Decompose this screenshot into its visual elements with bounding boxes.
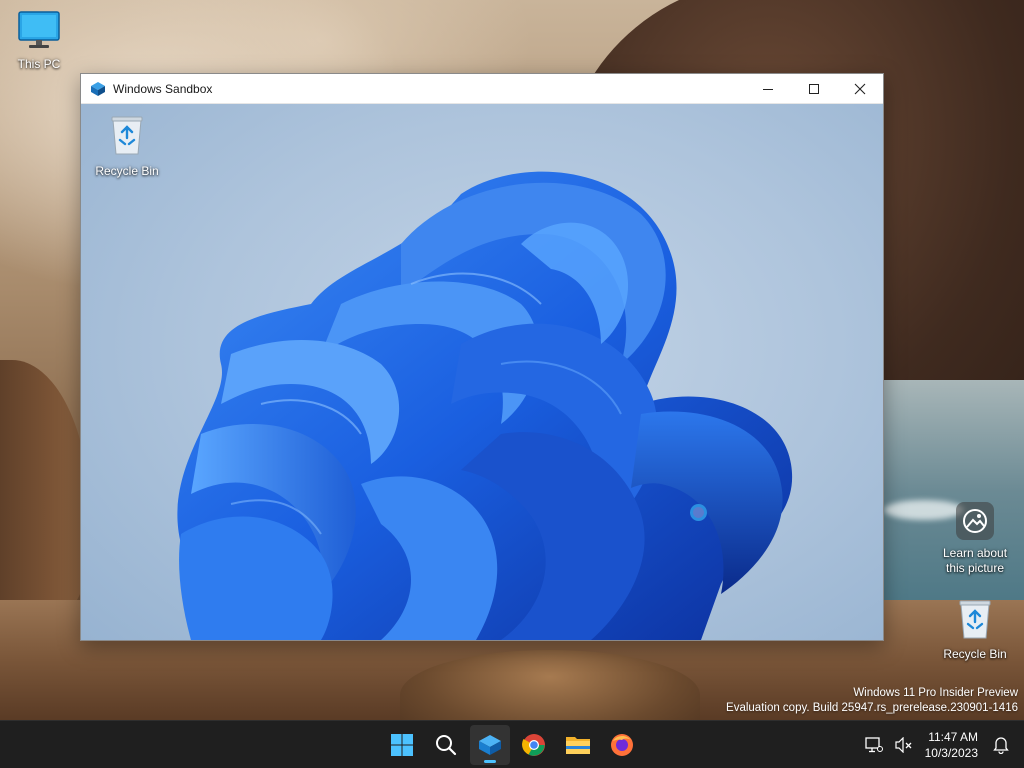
desktop-icon-learn-about-picture[interactable]: Learn about this picture [935,502,1015,576]
taskbar-windows-sandbox[interactable] [470,725,510,765]
start-button[interactable] [382,725,422,765]
desktop-icon-recycle-bin[interactable]: Recycle Bin [939,598,1011,662]
guest-recycle-bin[interactable]: Recycle Bin [87,114,167,179]
learn-label-line2: this picture [945,561,1005,575]
recycle-bin-icon [939,598,1011,644]
taskbar: 11:47 AM 10/3/2023 [0,720,1024,768]
bloom-wallpaper [177,171,793,640]
notification-bell-icon[interactable] [988,732,1014,758]
chrome-icon [522,734,545,756]
window-titlebar[interactable]: Windows Sandbox [81,74,883,104]
sandbox-guest-desktop[interactable]: Recycle Bin [81,104,883,640]
maximize-button[interactable] [791,74,837,104]
clock-date: 10/3/2023 [924,746,978,760]
sandbox-icon [479,735,501,755]
watermark-line1: Windows 11 Pro Insider Preview [853,687,1018,699]
learn-label-line1: Learn about [942,546,1008,560]
sandbox-window[interactable]: Windows Sandbox Recycle Bin [80,73,884,641]
build-watermark: Windows 11 Pro Insider Preview Evaluatio… [726,686,1018,716]
sandbox-icon [89,80,107,98]
taskbar-clock[interactable]: 11:47 AM 10/3/2023 [925,729,978,761]
close-icon [854,83,866,94]
watermark-line2: Evaluation copy. Build 25947.rs_prerelea… [726,702,1018,714]
maximize-icon [809,83,819,94]
system-tray: 11:47 AM 10/3/2023 [859,721,1024,768]
minimize-button[interactable] [745,74,791,104]
taskbar-file-explorer[interactable] [558,725,598,765]
camera-info-icon [956,502,994,540]
minimize-icon [763,88,773,90]
firefox-icon [611,734,633,756]
recycle-bin-label: Recycle Bin [943,647,1007,661]
desktop-icon-this-pc[interactable]: This PC [4,10,74,72]
window-title: Windows Sandbox [113,81,213,96]
taskbar-firefox[interactable] [602,725,642,765]
monitor-icon [4,10,74,54]
this-pc-label: This PC [17,57,61,71]
recycle-bin-icon [87,114,167,160]
network-icon[interactable] [861,732,887,758]
clock-time: 11:47 AM [928,730,978,744]
search-icon [436,735,457,756]
busy-cursor-icon [690,504,707,521]
guest-recycle-bin-label: Recycle Bin [95,164,159,178]
windows-logo-icon [391,734,413,756]
close-button[interactable] [837,74,883,104]
taskbar-chrome[interactable] [514,725,554,765]
volume-muted-icon[interactable] [891,732,917,758]
search-button[interactable] [426,725,466,765]
folder-icon [566,737,590,754]
taskbar-apps [380,721,644,768]
